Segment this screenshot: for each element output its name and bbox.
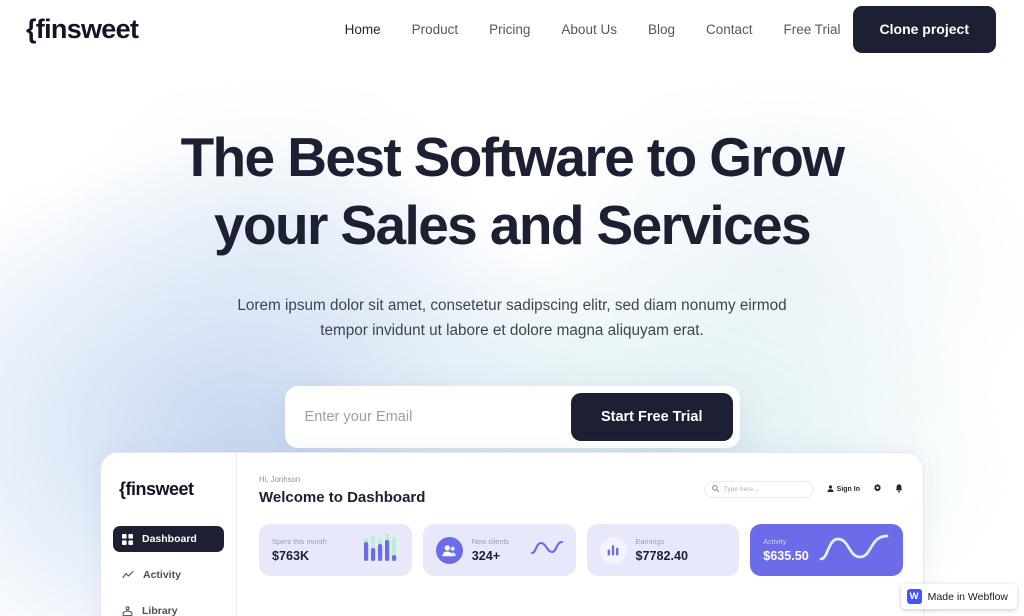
main-navigation: Home Product Pricing About Us Blog Conta… [345, 22, 841, 37]
sidebar-item-dashboard[interactable]: Dashboard [113, 526, 224, 552]
stat-card-earnings[interactable]: Earnings $7782.40 [586, 524, 740, 576]
email-signup-form: Start Free Trial [284, 386, 740, 449]
hero-section: The Best Software to Grow your Sales and… [0, 58, 1024, 449]
dashboard-preview: {finsweet Dashboard Activity Library Hi,… [100, 452, 924, 616]
trend-icon [122, 570, 134, 581]
nav-item-blog[interactable]: Blog [648, 22, 675, 37]
stat-card-activity[interactable]: Activity $635.50 [750, 524, 903, 576]
site-header: {finsweet Home Product Pricing About Us … [0, 0, 1024, 58]
user-icon [827, 484, 834, 494]
stat-card-spent[interactable]: Spent this month $763K [259, 524, 412, 576]
people-icon [435, 536, 463, 564]
made-in-webflow-badge[interactable]: W Made in Webflow [900, 584, 1017, 609]
stat-card-label: Spent this month [272, 537, 327, 546]
stat-card-text: Spent this month $763K [272, 537, 327, 563]
made-in-webflow-label: Made in Webflow [927, 590, 1008, 603]
grid-icon [122, 533, 133, 545]
wave-sparkline-large-icon [818, 531, 890, 570]
dashboard-sidebar: {finsweet Dashboard Activity Library [101, 453, 237, 616]
gear-icon[interactable] [873, 480, 882, 498]
greeting-text: Hi, Jonhson [259, 475, 301, 484]
stat-card-label: Activity [763, 537, 787, 546]
dashboard-logo: {finsweet [119, 479, 194, 499]
stat-card-text: New clients 324+ [472, 537, 509, 563]
nav-item-contact[interactable]: Contact [706, 22, 753, 37]
barchart-icon [599, 536, 627, 564]
search-icon [711, 484, 719, 494]
page-title: The Best Software to Grow your Sales and… [0, 130, 1024, 253]
hero-subtitle-line2: invidunt ut labore et dolore magna aliqu… [372, 322, 704, 340]
sign-in-label: Sign In [836, 485, 860, 493]
wave-sparkline-icon [530, 538, 563, 562]
stat-card-label: Earnings [635, 537, 665, 546]
hero-heading-line2: your Sales and Services [213, 194, 812, 256]
stat-card-text: Activity $635.50 [763, 537, 809, 563]
brand-logo[interactable]: {finsweet [26, 15, 139, 43]
nav-item-home[interactable]: Home [345, 22, 381, 37]
sidebar-item-label: Dashboard [142, 533, 197, 545]
stat-card-value: $7782.40 [635, 549, 689, 563]
hero-heading-line1: The Best Software to Grow [180, 126, 845, 188]
dashboard-content: Hi, Jonhson Welcome to Dashboard Type he… [237, 453, 923, 616]
start-free-trial-button[interactable]: Start Free Trial [570, 393, 733, 442]
library-icon [122, 605, 133, 616]
email-input[interactable] [284, 393, 571, 442]
sidebar-item-label: Activity [143, 569, 181, 581]
stat-card-text: Earnings $7782.40 [636, 537, 689, 563]
nav-item-free-trial[interactable]: Free Trial [784, 22, 841, 37]
dashboard-welcome: Hi, Jonhson Welcome to Dashboard [259, 475, 425, 506]
bell-icon[interactable] [895, 480, 903, 498]
clone-project-button[interactable]: Clone project [852, 5, 996, 53]
nav-item-about-us[interactable]: About Us [561, 22, 617, 37]
stat-card-label: New clients [471, 537, 510, 546]
stat-card-value: $763K [272, 549, 310, 563]
stat-card-value: $635.50 [763, 549, 809, 563]
stat-card-new-clients[interactable]: New clients 324+ [422, 524, 576, 576]
stat-cards: Spent this month $763K New clients 324+ … [259, 524, 903, 576]
nav-item-product[interactable]: Product [412, 22, 459, 37]
sidebar-item-label: Library [142, 605, 178, 616]
sidebar-item-library[interactable]: Library [113, 598, 224, 616]
dashboard-tools: Type here... Sign In [703, 475, 903, 498]
dashboard-topbar: Hi, Jonhson Welcome to Dashboard Type he… [259, 475, 903, 506]
sidebar-item-activity[interactable]: Activity [113, 562, 224, 588]
bar-chart-icon [363, 533, 399, 567]
hero-subtitle: Lorem ipsum dolor sit amet, consetetur s… [212, 293, 812, 343]
sign-in-button[interactable]: Sign In [827, 484, 860, 494]
stat-card-value: 324+ [471, 549, 501, 563]
dashboard-title: Welcome to Dashboard [259, 489, 426, 506]
dashboard-search-input[interactable]: Type here... [703, 480, 814, 498]
webflow-icon: W [906, 589, 922, 604]
nav-item-pricing[interactable]: Pricing [489, 22, 530, 37]
dashboard-search-placeholder: Type here... [723, 485, 759, 493]
